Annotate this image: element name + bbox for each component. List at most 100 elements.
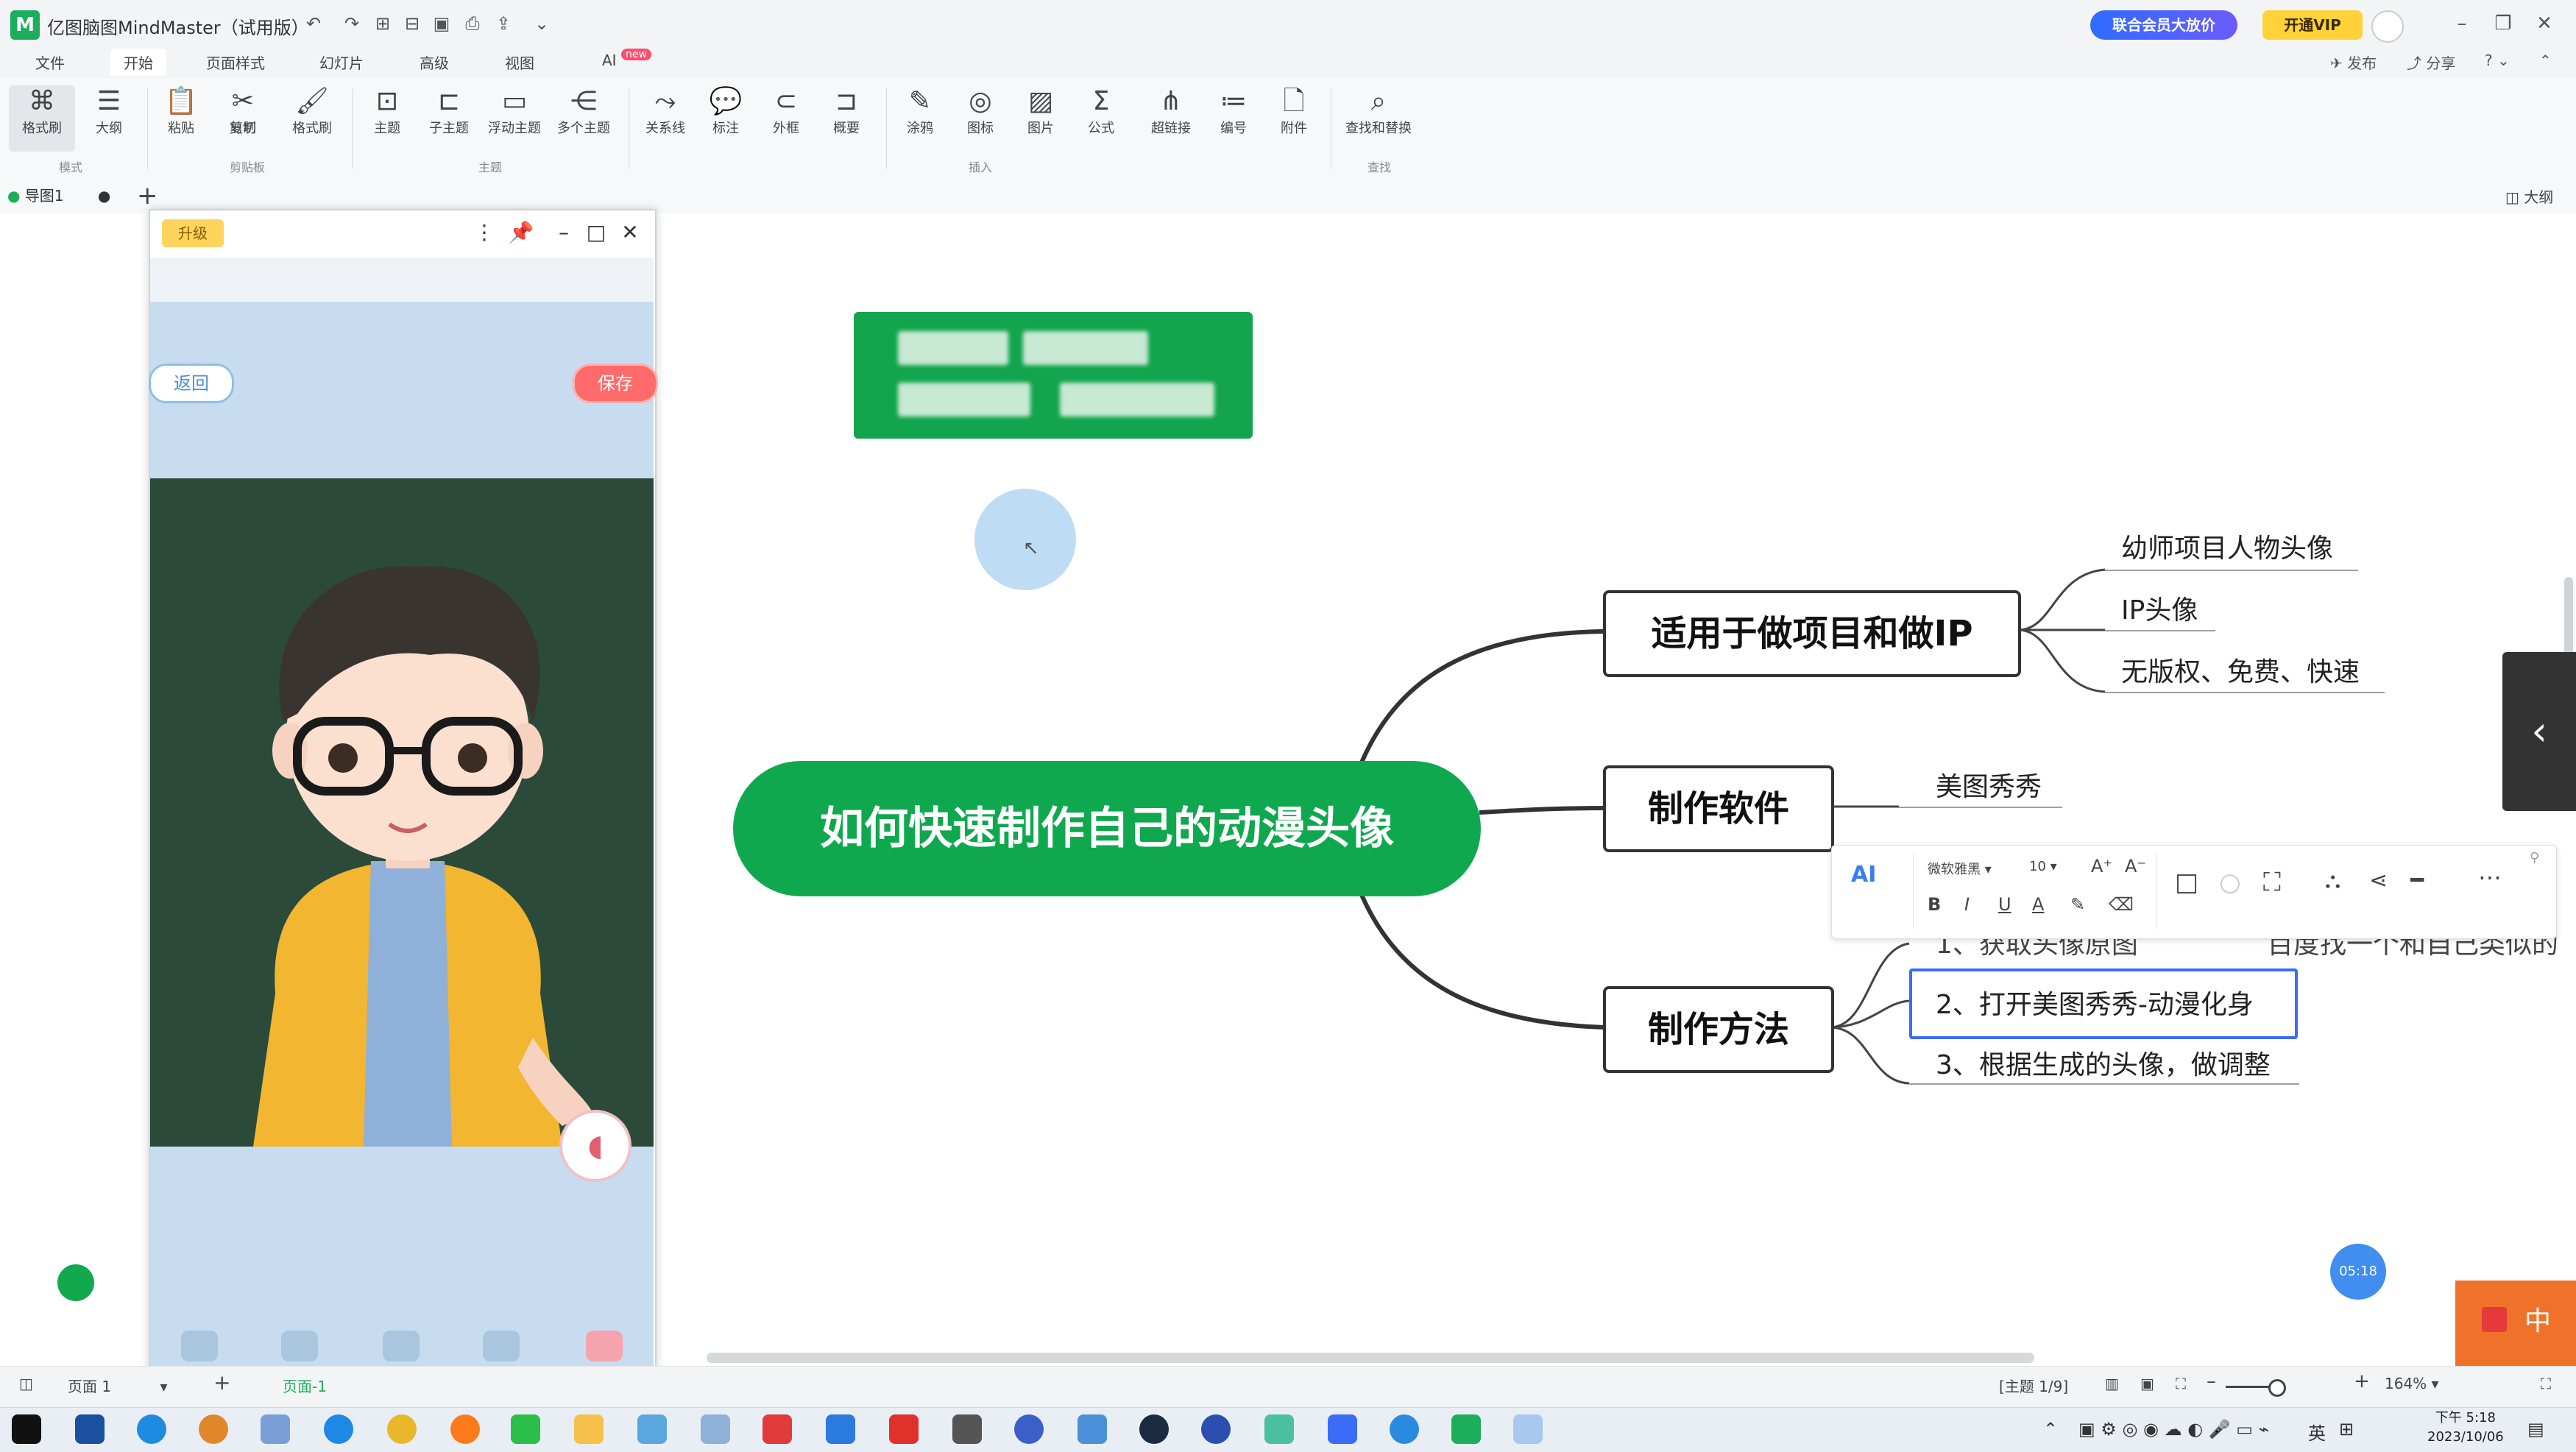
zoom-slider-handle[interactable] [2268, 1379, 2286, 1397]
taskbar-folder-icon[interactable] [574, 1414, 604, 1444]
font-size-value: 10 [2029, 859, 2046, 874]
upgrade-button[interactable]: 升级 [162, 219, 224, 247]
start-menu-icon[interactable] [12, 1414, 41, 1444]
system-clock[interactable]: 下午 5:18 2023/10/06 [2427, 1409, 2504, 1447]
taskbar-firefox-icon[interactable] [450, 1414, 480, 1444]
increase-font-icon[interactable]: A⁺ [2091, 856, 2112, 876]
font-family-select[interactable]: 微软雅黑 ▾ [1928, 859, 1992, 878]
page-selector[interactable]: 页面 1 ▾ [68, 1375, 168, 1396]
layout-icon[interactable]: ⛬ [2325, 868, 2340, 893]
add-page-icon[interactable]: + [213, 1370, 230, 1395]
zoom-in-icon[interactable]: + [2354, 1370, 2370, 1392]
decrease-font-icon[interactable]: A⁻ [2125, 856, 2146, 876]
branch-style-icon[interactable]: ⋖ [2369, 868, 2388, 893]
avatar-nav-face-icon[interactable] [181, 1331, 218, 1361]
input-method-widget[interactable] [2455, 1281, 2576, 1366]
avatar-nav-clothes-icon[interactable] [383, 1331, 420, 1361]
horizontal-scrollbar[interactable] [707, 1353, 2034, 1363]
bold-button[interactable]: B [1928, 894, 1941, 915]
leaf-topic[interactable]: 3、根据生成的头像，做调整 [1936, 1044, 2271, 1082]
leaf-topic-selected[interactable]: 2、打开美图秀秀-动漫化身 [1936, 983, 2254, 1021]
italic-button[interactable]: I [1964, 894, 1970, 915]
taskbar-mindmaster-icon[interactable] [1451, 1414, 1481, 1444]
taskbar-app-icon[interactable] [1201, 1414, 1231, 1444]
notification-icon[interactable]: ▤ [2527, 1419, 2544, 1439]
tray-expand-icon[interactable]: ⌃ [2043, 1419, 2058, 1439]
maximize-icon[interactable]: □ [581, 218, 611, 247]
back-button[interactable]: 返回 [149, 364, 234, 403]
branch-topic-software[interactable]: 制作软件 [1603, 765, 1834, 852]
avatar-nav-glasses-icon[interactable] [483, 1331, 520, 1361]
leaf-topic[interactable]: 美图秀秀 [1936, 765, 2042, 804]
save-button[interactable]: 保存 [573, 364, 658, 403]
assistant-robot-icon[interactable] [57, 1264, 94, 1301]
toolbar-divider [1913, 853, 1914, 929]
more-options-icon[interactable]: ⋮ [470, 218, 499, 247]
input-language-icon[interactable]: 英 [2308, 1419, 2326, 1445]
page-panel-icon[interactable]: ◫ [19, 1375, 33, 1392]
zoom-out-icon[interactable]: – [2207, 1370, 2216, 1392]
taskbar-wechat-icon[interactable] [511, 1414, 540, 1444]
leaf-topic[interactable]: 无版权、免费、快速 [2121, 651, 2360, 689]
blurred-floating-topic[interactable] [854, 312, 1253, 439]
page-tab[interactable]: 页面-1 [283, 1375, 327, 1396]
status-bar [0, 1366, 2576, 1408]
taskbar-hp-icon[interactable] [1014, 1414, 1044, 1444]
taskbar-app-icon[interactable] [889, 1414, 919, 1444]
branch-topic-method[interactable]: 制作方法 [1603, 986, 1834, 1073]
fit-page-icon[interactable]: ▣ [2140, 1375, 2154, 1392]
zoom-level[interactable]: 164% ▾ [2385, 1375, 2439, 1392]
taskbar-app-icon[interactable] [1328, 1414, 1357, 1444]
taskbar-app-icon[interactable] [1513, 1414, 1543, 1444]
highlight-icon[interactable]: ✎ [2070, 894, 2085, 915]
taskbar-app-icon[interactable] [1078, 1414, 1107, 1444]
underline-button[interactable]: U [1998, 894, 2011, 915]
leaf-topic[interactable]: IP头像 [2121, 589, 2198, 627]
font-size-select[interactable]: 10 ▾ [2029, 859, 2057, 874]
font-color-button[interactable]: A [2032, 894, 2044, 915]
taskbar-app-icon[interactable] [1264, 1414, 1294, 1444]
taskbar-app-icon[interactable] [952, 1414, 982, 1444]
taskbar-edge-icon[interactable] [324, 1414, 353, 1444]
taskbar-search-icon[interactable] [199, 1414, 228, 1444]
clear-format-icon[interactable]: ⌫ [2109, 894, 2134, 915]
leaf-underline [2105, 630, 2215, 631]
shape-icon[interactable]: □ [2175, 868, 2198, 897]
book-view-icon[interactable]: ▥ [2105, 1375, 2119, 1392]
sound-toggle-icon[interactable]: ◖ [559, 1110, 631, 1182]
pin-icon[interactable]: ⚲ [2530, 850, 2539, 865]
taskbar-app-icon[interactable] [1390, 1414, 1419, 1444]
connector-branch-1 [1359, 629, 1605, 764]
taskbar-app-icon[interactable] [826, 1414, 855, 1444]
avatar-nav-hair-icon[interactable] [281, 1331, 318, 1361]
fullscreen-exit-icon[interactable]: ⛶ [2541, 1375, 2551, 1392]
taskbar-app-icon[interactable] [637, 1414, 667, 1444]
fullscreen-icon[interactable]: ⛶ [2176, 1375, 2186, 1392]
side-panel-toggle-icon[interactable]: ‹ [2502, 652, 2576, 811]
branch-topic-use-case[interactable]: 适用于做项目和做IP [1603, 590, 2021, 677]
more-options-icon[interactable]: ⋯ [2478, 863, 2502, 891]
taskbar-app-icon[interactable] [701, 1414, 730, 1444]
taskbar-browser-icon[interactable] [137, 1414, 166, 1444]
avatar-nav-background-icon[interactable] [586, 1331, 623, 1361]
taskbar-app-icon[interactable] [261, 1414, 290, 1444]
connector-style-icon[interactable]: ━ [2410, 868, 2424, 893]
taskbar-steam-icon[interactable] [1139, 1414, 1169, 1444]
pin-icon[interactable]: 📌 [506, 218, 536, 247]
ai-button[interactable]: AI [1851, 862, 1876, 888]
border-icon[interactable]: ⛶ [2263, 868, 2281, 897]
blurred-text [1023, 331, 1148, 365]
taskbar-app-icon[interactable] [75, 1414, 105, 1444]
ime-mode-icon[interactable]: ⊞ [2339, 1419, 2354, 1439]
taskbar-chrome-icon[interactable] [387, 1414, 417, 1444]
taskbar-wps-icon[interactable] [762, 1414, 792, 1444]
leaf-topic[interactable]: 幼师项目人物头像 [2121, 527, 2333, 565]
mouse-cursor-icon: ↖ [1023, 537, 1039, 559]
fill-icon[interactable]: ○ [2219, 868, 2241, 897]
minimize-icon[interactable]: – [549, 218, 578, 247]
blurred-text [1060, 383, 1214, 417]
close-icon[interactable]: ✕ [615, 218, 645, 247]
tray-icons[interactable]: ▣ ⚙ ◎ ◉ ☁ ◐ 🎤 ▭ ⌁ [2078, 1419, 2269, 1439]
recording-timer[interactable]: 05:18 [2330, 1244, 2386, 1300]
central-topic[interactable]: 如何快速制作自己的动漫头像 [733, 761, 1481, 896]
